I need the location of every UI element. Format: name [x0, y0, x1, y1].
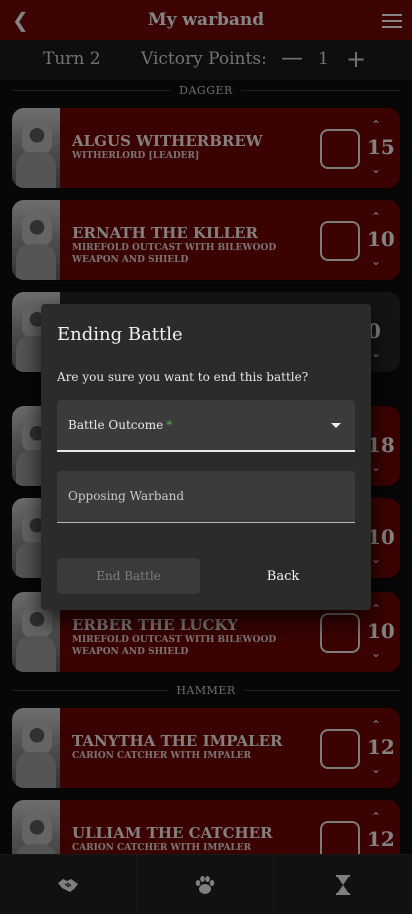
required-marker: *	[166, 418, 173, 432]
back-button[interactable]: Back	[211, 558, 355, 594]
dialog-title: Ending Battle	[57, 324, 183, 345]
dropdown-arrow-icon[interactable]	[331, 423, 341, 428]
battle-outcome-select[interactable]: Battle Outcome *	[57, 400, 355, 452]
end-battle-button[interactable]: End Battle	[57, 558, 200, 594]
end-battle-dialog: Ending Battle Are you sure you want to e…	[41, 304, 371, 610]
battle-outcome-label: Battle Outcome *	[68, 418, 173, 432]
opposing-warband-field[interactable]: Opposing Warband	[57, 471, 355, 523]
opposing-warband-label: Opposing Warband	[68, 489, 185, 503]
dialog-message: Are you sure you want to end this battle…	[57, 370, 309, 384]
